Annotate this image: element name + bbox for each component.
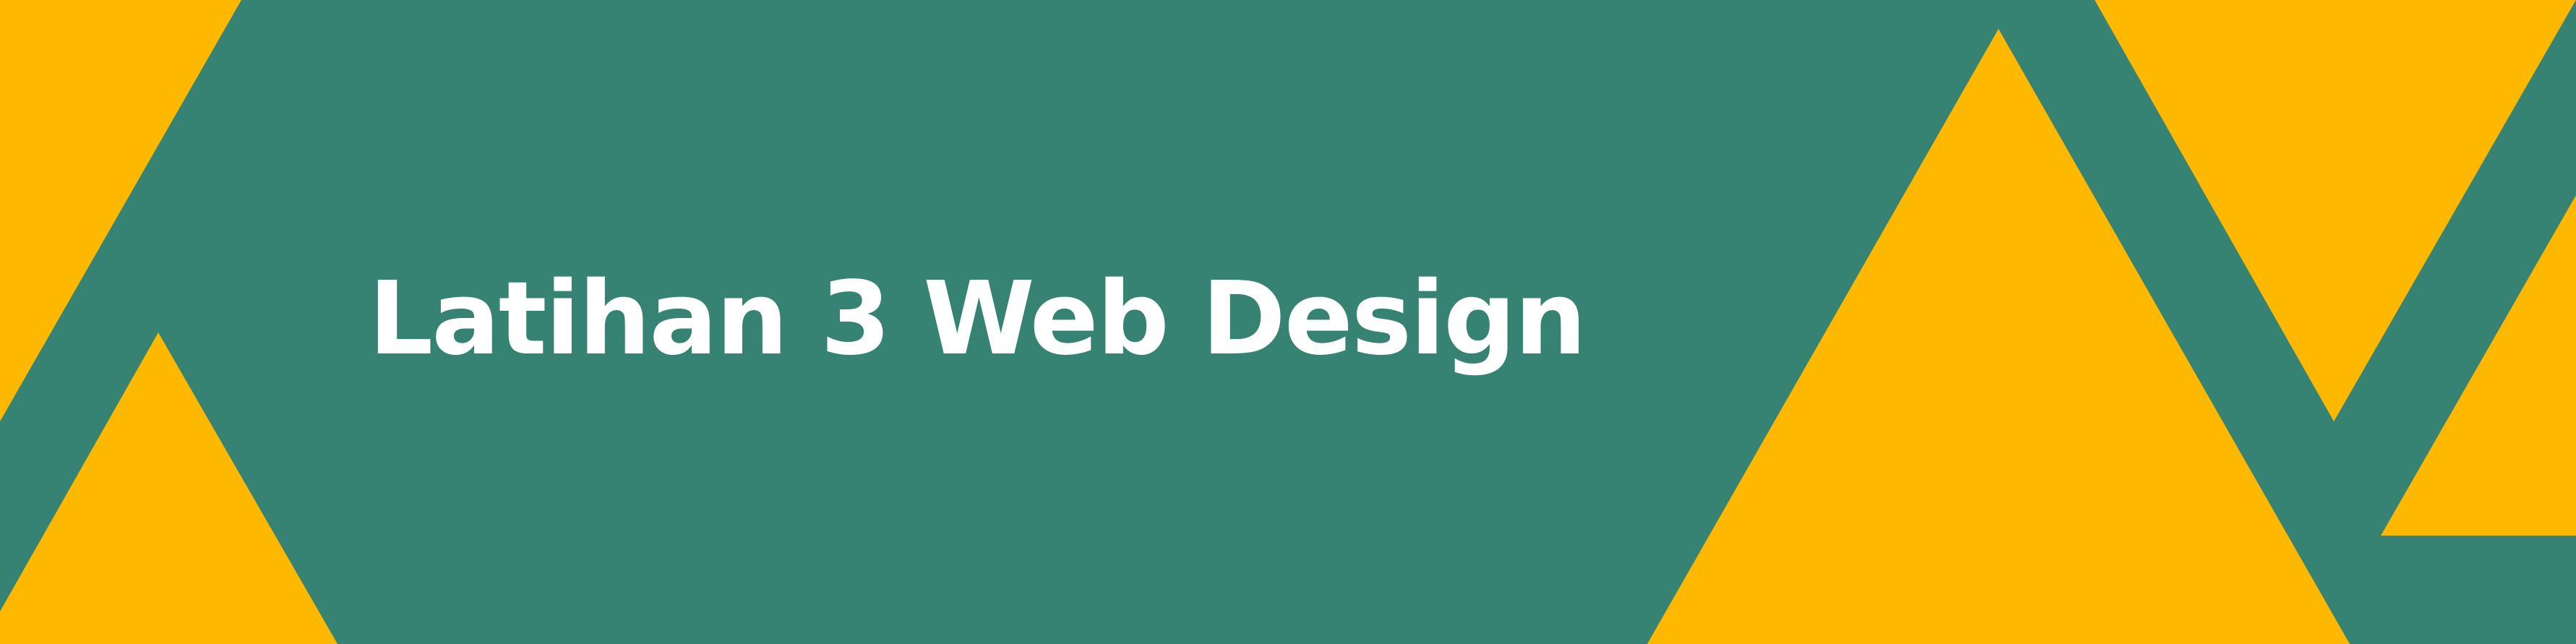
triangle-top-left (0, 0, 241, 421)
banner-title: Latihan 3 Web Design (369, 260, 1587, 378)
triangle-bottom-left (0, 332, 338, 644)
banner: Latihan 3 Web Design (0, 0, 2576, 644)
